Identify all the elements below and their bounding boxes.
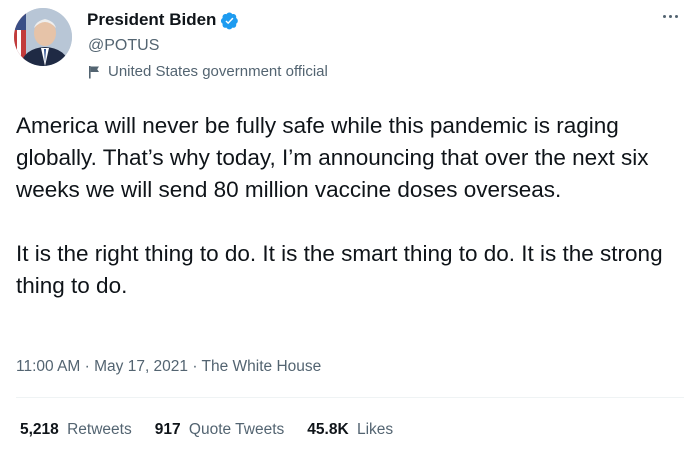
flag-icon — [89, 66, 99, 79]
tweet-timestamp[interactable]: 11:00 AM · May 17, 2021 · The White Hous… — [16, 357, 321, 377]
retweets-label: Retweets — [67, 421, 132, 438]
tweet-paragraph: It is the right thing to do. It is the s… — [16, 241, 663, 298]
likes-stat[interactable]: 45.8K Likes — [307, 420, 393, 440]
affiliation-text: United States government official — [108, 63, 328, 80]
engagement-stats: 5,218 Retweets 917 Quote Tweets 45.8K Li… — [20, 420, 416, 440]
quote-tweets-stat[interactable]: 917 Quote Tweets — [155, 420, 285, 440]
more-options-icon[interactable] — [655, 6, 685, 26]
display-name-text: President Biden — [87, 10, 217, 29]
display-name[interactable]: President Biden — [87, 10, 239, 30]
tweet-card: President Biden @POTUS United States gov… — [0, 0, 700, 454]
likes-label: Likes — [356, 421, 394, 438]
quote-tweets-label: Quote Tweets — [188, 421, 285, 438]
avatar[interactable] — [14, 8, 72, 66]
handle[interactable]: @POTUS — [88, 36, 159, 56]
government-affiliation-label: United States government official — [88, 62, 328, 82]
retweets-stat[interactable]: 5,218 Retweets — [20, 420, 132, 440]
retweets-count: 5,218 — [20, 421, 59, 438]
avatar-photo-icon — [14, 8, 72, 66]
verified-badge-icon — [221, 11, 239, 29]
quote-tweets-count: 917 — [154, 421, 181, 438]
divider — [16, 397, 684, 398]
likes-count: 45.8K — [307, 421, 349, 438]
tweet-paragraph: America will never be fully safe while t… — [16, 113, 649, 202]
tweet-text: America will never be fully safe while t… — [16, 110, 688, 302]
